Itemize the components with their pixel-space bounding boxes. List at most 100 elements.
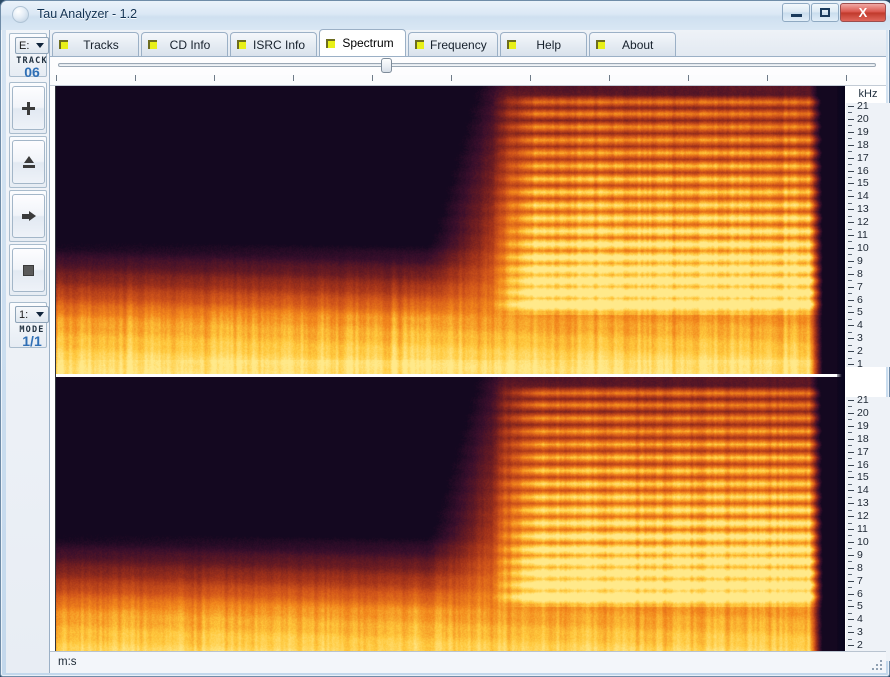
frequency-minor-tick: [848, 471, 852, 472]
tab-marker-icon: [326, 38, 335, 48]
plus-icon: [22, 101, 35, 115]
frequency-minor-tick: [848, 358, 852, 359]
chevron-down-icon: [36, 43, 44, 48]
frequency-minor-tick: [848, 203, 852, 204]
frequency-tick-label: 11: [857, 229, 868, 241]
ruler-tick: [372, 75, 373, 81]
frequency-tick: [848, 645, 854, 646]
slider-thumb[interactable]: [380, 58, 392, 73]
tab-cd-info[interactable]: CD Info: [141, 32, 228, 56]
frequency-tick-label: 21: [857, 100, 869, 112]
frequency-tick: [848, 426, 854, 427]
frequency-axis-right-channel: 212019181716151413121110987654321: [846, 394, 890, 664]
spectrogram-right-channel[interactable]: [56, 377, 845, 667]
spectrogram-edge-band: [837, 86, 845, 667]
frequency-minor-tick: [848, 229, 852, 230]
tab-isrc-info[interactable]: ISRC Info: [230, 32, 317, 56]
frequency-minor-tick: [848, 151, 852, 152]
track-value: 06: [24, 64, 40, 80]
maximize-button[interactable]: [811, 3, 839, 22]
frequency-minor-tick: [848, 613, 852, 614]
add-button[interactable]: [12, 86, 45, 130]
frequency-tick-label: 20: [857, 407, 869, 419]
minimize-button[interactable]: [782, 3, 810, 22]
mode-select-value: 1:: [19, 308, 29, 321]
frequency-minor-tick: [848, 190, 852, 191]
frequency-minor-tick: [848, 445, 852, 446]
frequency-tick-label: 16: [857, 459, 869, 471]
frequency-tick: [848, 261, 854, 262]
tab-marker-icon: [237, 40, 246, 49]
spectrogram-container[interactable]: [55, 86, 845, 667]
stop-button[interactable]: [12, 248, 45, 292]
frequency-minor-tick: [848, 112, 852, 113]
ruler-tick: [214, 75, 215, 81]
frequency-tick: [848, 619, 854, 620]
status-bar: m:s: [50, 651, 886, 673]
drive-panel: E: TRACK 06: [9, 33, 49, 80]
title-bar: Tau Analyzer - 1.2 X: [1, 1, 890, 30]
frequency-tick-label: 18: [857, 139, 869, 151]
ruler-tick: [135, 75, 136, 81]
frequency-tick-label: 21: [857, 394, 869, 406]
frequency-tick: [848, 581, 854, 582]
frequency-tick: [848, 503, 854, 504]
tab-tracks[interactable]: Tracks: [52, 32, 139, 56]
resize-grip-icon[interactable]: [871, 659, 883, 671]
frequency-minor-tick: [848, 639, 852, 640]
frequency-tick-label: 19: [857, 126, 869, 138]
spectrogram-left-channel[interactable]: [56, 86, 845, 374]
tab-label: Tracks: [83, 37, 119, 52]
frequency-tick-label: 3: [857, 332, 863, 344]
slider-track[interactable]: [58, 63, 876, 67]
stop-button-panel: [9, 244, 47, 296]
frequency-minor-tick: [848, 177, 852, 178]
frequency-tick-label: 4: [857, 319, 863, 331]
frequency-minor-tick: [848, 419, 852, 420]
drive-select[interactable]: E:: [15, 37, 49, 54]
mode-value: 1/1: [22, 333, 42, 349]
play-button[interactable]: [12, 194, 45, 238]
frequency-tick-label: 19: [857, 420, 869, 432]
app-disc-icon: [12, 6, 29, 23]
frequency-minor-tick: [848, 626, 852, 627]
frequency-tick: [848, 300, 854, 301]
tab-about[interactable]: About: [588, 32, 676, 56]
frequency-tick: [848, 145, 854, 146]
frequency-tick-label: 2: [857, 345, 863, 357]
frequency-minor-tick: [848, 125, 852, 126]
tab-spectrum[interactable]: Spectrum: [319, 29, 406, 56]
frequency-axis-unit: kHz: [858, 88, 878, 100]
frequency-tick-label: 15: [857, 177, 869, 189]
position-slider[interactable]: [50, 57, 886, 75]
maximize-icon: [820, 8, 830, 17]
frequency-tick-label: 7: [857, 575, 863, 587]
close-button[interactable]: X: [840, 3, 886, 22]
frequency-tick-label: 17: [857, 446, 869, 458]
eject-button[interactable]: [12, 140, 45, 184]
frequency-tick: [848, 632, 854, 633]
tab-help[interactable]: Help: [499, 32, 587, 56]
mode-select[interactable]: 1:: [15, 306, 49, 323]
frequency-minor-tick: [848, 561, 852, 562]
frequency-tick: [848, 465, 854, 466]
frequency-tick: [848, 132, 854, 133]
frequency-tick-label: 12: [857, 510, 869, 522]
chevron-down-icon: [36, 312, 44, 317]
tab-bar: Tracks CD Info ISRC Info Spectrum Frequency H…: [50, 29, 886, 57]
tab-marker-icon: [415, 40, 424, 49]
left-toolbar: E: TRACK 06 1: MODE 1/1: [6, 30, 50, 673]
frequency-tick-label: 2: [857, 639, 863, 651]
frequency-minor-tick: [848, 458, 852, 459]
tab-marker-icon: [59, 40, 68, 49]
frequency-tick-label: 9: [857, 549, 863, 561]
frequency-tick: [848, 413, 854, 414]
tab-frequency[interactable]: Frequency: [408, 32, 498, 56]
ruler-tick: [293, 75, 294, 81]
frequency-minor-tick: [848, 587, 852, 588]
app-window: Tau Analyzer - 1.2 X E: TRACK 06 1: MODE…: [0, 0, 890, 677]
frequency-minor-tick: [848, 484, 852, 485]
tab-label: About: [622, 37, 654, 52]
frequency-tick-label: 8: [857, 268, 863, 280]
frequency-tick-label: 13: [857, 203, 869, 215]
